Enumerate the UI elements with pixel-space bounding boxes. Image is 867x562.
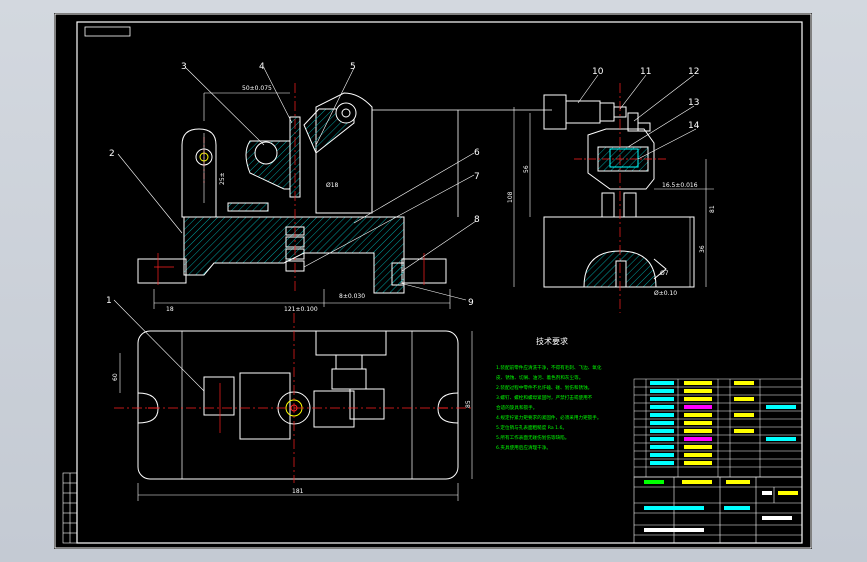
dim-side-fit: 16.5±0.016 <box>662 182 698 189</box>
side-leaders <box>577 74 697 160</box>
dim-left-width: 18 <box>166 306 174 313</box>
label-1: 1 <box>106 296 112 306</box>
note-line: 合适的旋具和扳手。 <box>496 404 537 411</box>
parts-list-fill <box>650 381 796 465</box>
cad-drawing: 50±0.075 25± Ø18 18 121±0.100 8±0.030 2 … <box>54 13 812 549</box>
dim-side-hole2: Ø±0.10 <box>654 290 677 297</box>
dim-plan-length: 181 <box>292 488 304 495</box>
note-line: 2.装配过程中零件不允许磕、碰、划伤和锈蚀。 <box>496 384 592 391</box>
plan-view <box>114 313 474 483</box>
dim-side-total: 108 <box>507 191 514 203</box>
title-block-fill <box>644 480 798 532</box>
note-line: 6.夹具使用后应清理干净。 <box>496 444 551 451</box>
dim-side-mid: 56 <box>523 165 530 173</box>
label-6: 6 <box>474 148 480 158</box>
notes-title: 技术要求 <box>536 336 568 346</box>
note-line: 1.装配前零件应清洗干净，不得有毛刺、飞边、氧化 <box>496 364 602 371</box>
front-view <box>137 83 552 294</box>
dim-bore: 50±0.075 <box>242 85 272 92</box>
left-binding-strip <box>62 472 78 544</box>
side-view <box>543 83 695 313</box>
label-12: 12 <box>688 67 699 77</box>
dim-pin: Ø18 <box>326 182 339 189</box>
label-9: 9 <box>468 298 474 308</box>
label-3: 3 <box>181 62 187 72</box>
dim-side: 25± <box>219 172 226 185</box>
outer-border <box>54 13 812 549</box>
front-dimensions <box>153 92 451 309</box>
dim-total-width: 121±0.100 <box>284 306 318 313</box>
note-line: 5.所有工作表面无碰伤划伤等缺陷。 <box>496 434 569 441</box>
dim-side-base: 36 <box>699 245 706 253</box>
corner-tag <box>84 26 131 37</box>
note-line: 皮、锈蚀、切屑、油污、着色剂和灰尘等。 <box>496 374 583 381</box>
note-line: 5.定位销与孔表面粗糙度 Ra 1.6。 <box>496 424 567 431</box>
dim-offset: 8±0.030 <box>339 293 365 300</box>
dim-plan-left: 60 <box>112 373 119 381</box>
label-7: 7 <box>474 172 480 182</box>
drawing-sheet: 50±0.075 25± Ø18 18 121±0.100 8±0.030 2 … <box>54 13 812 549</box>
dim-side-hole: Ø7 <box>660 270 669 277</box>
label-2: 2 <box>109 149 115 159</box>
note-line: 4.规定拧紧力矩要求的紧固件，必须采用力矩扳手。 <box>496 414 601 421</box>
tech-notes: 技术要求 1.装配前零件应清洗干净，不得有毛刺、飞边、氧化 皮、锈蚀、切屑、油污… <box>496 336 602 451</box>
dim-plan-width: 85 <box>465 400 472 408</box>
label-13: 13 <box>688 98 699 108</box>
label-5: 5 <box>350 62 356 72</box>
dim-side-body: 81 <box>709 205 716 213</box>
note-line: 3.螺钉、螺栓和螺母紧固时，严禁打击或使用不 <box>496 394 593 401</box>
label-14: 14 <box>688 121 700 131</box>
label-11: 11 <box>640 67 651 77</box>
label-4: 4 <box>259 62 265 72</box>
label-10: 10 <box>592 67 604 77</box>
label-8: 8 <box>474 215 480 225</box>
